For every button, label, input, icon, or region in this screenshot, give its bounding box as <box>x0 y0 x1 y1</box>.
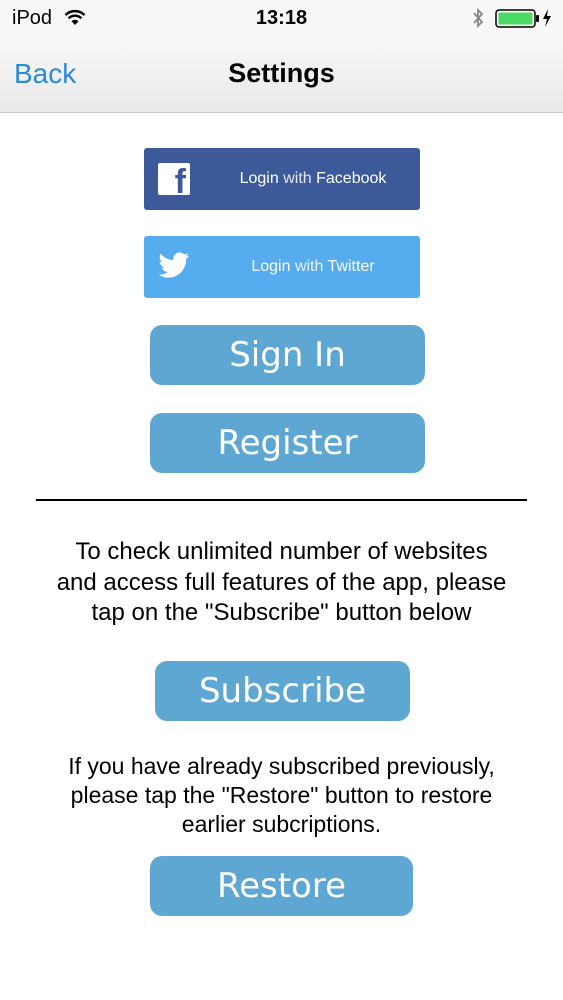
bluetooth-icon <box>471 6 485 35</box>
login-facebook-button[interactable]: f Login with Facebook <box>144 148 420 210</box>
navigation-bar: Back Settings <box>0 38 563 113</box>
restore-button[interactable]: Restore <box>150 856 413 916</box>
restore-info-text: If you have already subscribed previousl… <box>68 753 495 837</box>
login-twitter-prefix: Login <box>251 258 291 275</box>
login-twitter-connector: with <box>294 258 324 275</box>
divider <box>36 499 527 501</box>
subscribe-button[interactable]: Subscribe <box>155 661 410 721</box>
sign-in-button[interactable]: Sign In <box>150 325 425 385</box>
login-facebook-label: Login with Facebook <box>206 148 420 210</box>
login-twitter-provider: Twitter <box>327 258 375 275</box>
subscribe-info-text: To check unlimited number of websites an… <box>56 538 507 626</box>
login-twitter-button[interactable]: Login with Twitter <box>144 236 420 298</box>
login-facebook-prefix: Login <box>239 170 279 187</box>
facebook-icon: f <box>158 163 190 199</box>
battery-icon <box>495 9 541 34</box>
register-button[interactable]: Register <box>150 413 425 473</box>
status-bar: iPod 13:18 <box>0 0 563 38</box>
login-facebook-connector: with <box>283 170 312 187</box>
page-title: Settings <box>228 58 335 88</box>
charging-icon <box>542 8 552 33</box>
twitter-icon <box>158 252 190 285</box>
login-twitter-label: Login with Twitter <box>206 236 420 298</box>
login-facebook-provider: Facebook <box>316 170 387 187</box>
